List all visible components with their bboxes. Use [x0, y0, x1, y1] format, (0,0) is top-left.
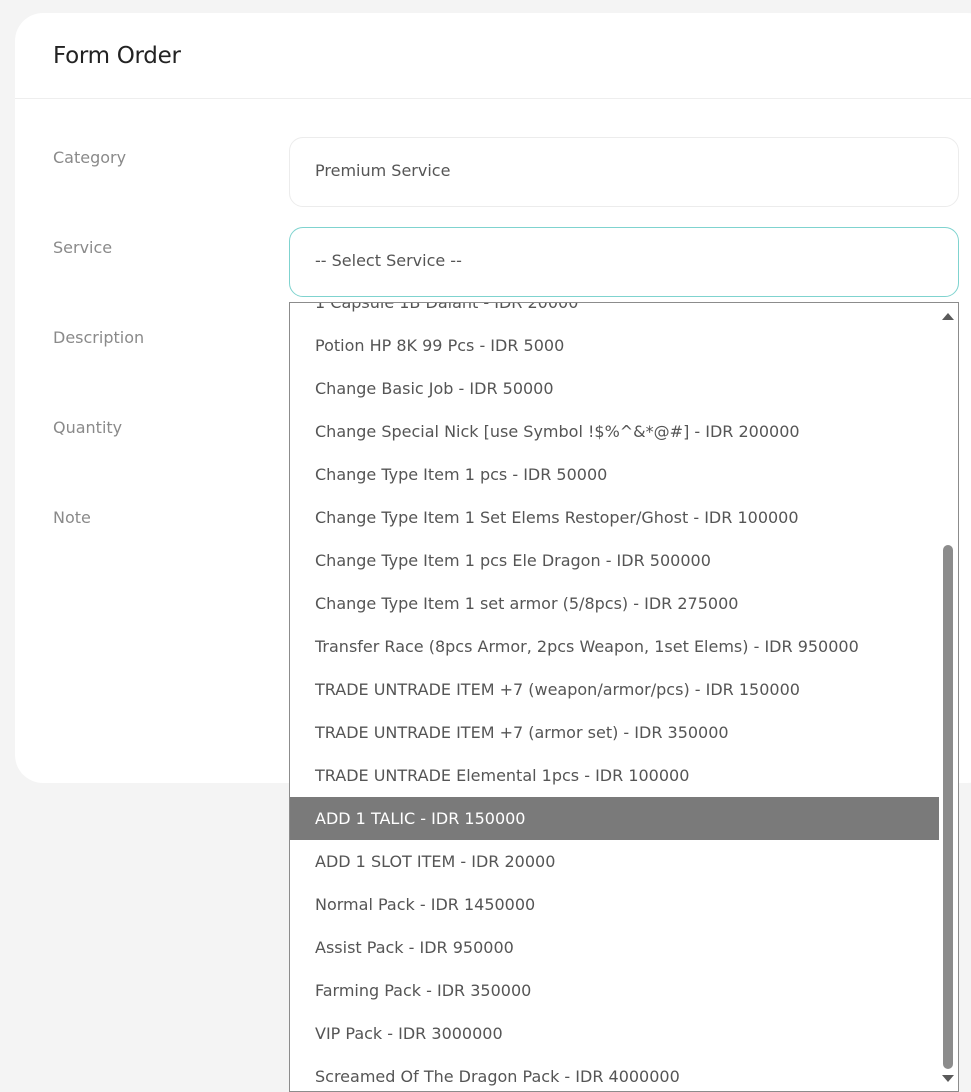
- service-option[interactable]: Potion HP 8K 99 Pcs - IDR 5000: [290, 324, 940, 367]
- service-option[interactable]: Change Type Item 1 pcs - IDR 50000: [290, 453, 940, 496]
- description-label: Description: [53, 328, 145, 347]
- service-option[interactable]: TRADE UNTRADE ITEM +7 (weapon/armor/pcs)…: [290, 668, 940, 711]
- service-option[interactable]: Change Type Item 1 pcs Ele Dragon - IDR …: [290, 539, 940, 582]
- service-dropdown-list[interactable]: 1 Capsule 1B Dalant - IDR 20000 Potion HP…: [289, 302, 959, 1092]
- scroll-down-arrow-icon[interactable]: [942, 1075, 954, 1082]
- service-option[interactable]: Screamed Of The Dragon Pack - IDR 400000…: [290, 1055, 940, 1091]
- quantity-label: Quantity: [53, 418, 123, 437]
- service-option[interactable]: ADD 1 TALIC - IDR 150000: [290, 797, 940, 840]
- service-option[interactable]: Change Basic Job - IDR 50000: [290, 367, 940, 410]
- category-label: Category: [53, 148, 127, 167]
- service-option[interactable]: Change Type Item 1 Set Elems Restoper/Gh…: [290, 496, 940, 539]
- service-option[interactable]: Farming Pack - IDR 350000: [290, 969, 940, 1012]
- scrollbar-thumb[interactable]: [943, 545, 953, 1069]
- options-list: 1 Capsule 1B Dalant - IDR 20000 Potion HP…: [290, 303, 940, 1091]
- service-option[interactable]: VIP Pack - IDR 3000000: [290, 1012, 940, 1055]
- service-label: Service: [53, 238, 113, 257]
- service-option[interactable]: TRADE UNTRADE Elemental 1pcs - IDR 10000…: [290, 754, 940, 797]
- service-option[interactable]: Change Type Item 1 set armor (5/8pcs) - …: [290, 582, 940, 625]
- page-title: Form Order: [53, 43, 181, 69]
- card-header: Form Order: [15, 13, 971, 99]
- scroll-up-arrow-icon[interactable]: [942, 313, 954, 320]
- service-option[interactable]: ADD 1 SLOT ITEM - IDR 20000: [290, 840, 940, 883]
- service-option[interactable]: TRADE UNTRADE ITEM +7 (armor set) - IDR …: [290, 711, 940, 754]
- note-label: Note: [53, 508, 91, 527]
- service-option[interactable]: Change Special Nick [use Symbol !$%^&*@#…: [290, 410, 940, 453]
- service-option[interactable]: Transfer Race (8pcs Armor, 2pcs Weapon, …: [290, 625, 940, 668]
- service-option[interactable]: Assist Pack - IDR 950000: [290, 926, 940, 969]
- service-option[interactable]: 1 Capsule 1B Dalant - IDR 20000: [290, 303, 940, 324]
- dropdown-scrollbar[interactable]: [939, 303, 958, 1091]
- service-option[interactable]: Normal Pack - IDR 1450000: [290, 883, 940, 926]
- service-select[interactable]: -- Select Service --: [289, 227, 959, 297]
- category-select[interactable]: Premium Service: [289, 137, 959, 207]
